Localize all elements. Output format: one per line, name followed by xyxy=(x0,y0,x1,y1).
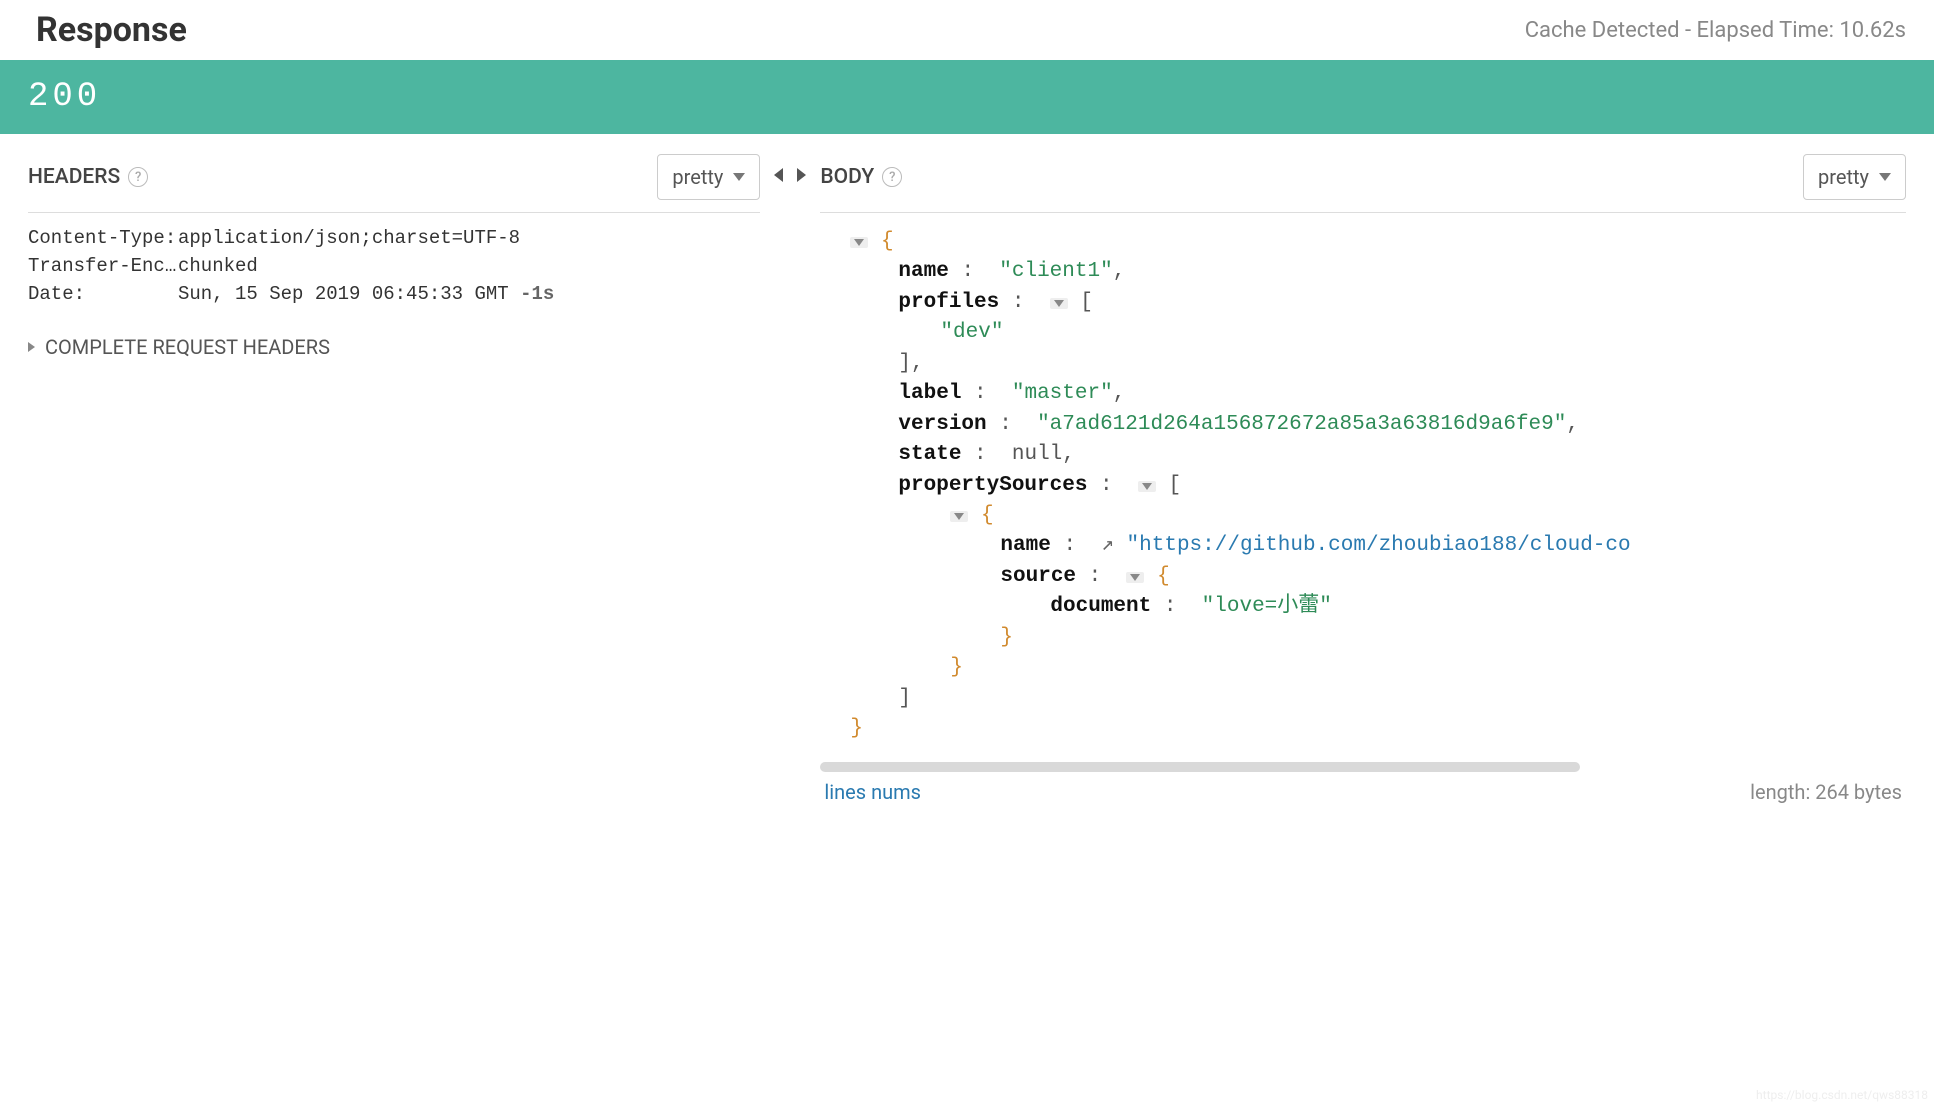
url-link[interactable]: "https://github.com/zhoubiao188/cloud-co xyxy=(1127,534,1631,557)
horizontal-scrollbar[interactable] xyxy=(820,762,1580,772)
collapse-toggle[interactable] xyxy=(1050,298,1068,309)
header-value: application/json;charset=UTF-8 xyxy=(178,227,760,249)
header-key: Date: xyxy=(28,283,178,305)
complete-request-headers-toggle[interactable]: COMPLETE REQUEST HEADERS xyxy=(28,335,760,359)
help-icon[interactable]: ? xyxy=(128,167,148,187)
lines-nums-link[interactable]: lines nums xyxy=(824,780,921,804)
page-title: Response xyxy=(36,10,187,50)
header-key: Content-Type: xyxy=(28,227,178,249)
json-body: { name : "client1", profiles : [ "dev" ]… xyxy=(820,227,1906,744)
header-row: Content-Type: application/json;charset=U… xyxy=(28,227,760,249)
chevron-down-icon xyxy=(1130,574,1140,581)
body-format-value: pretty xyxy=(1818,165,1869,189)
chevron-down-icon xyxy=(733,173,745,181)
collapse-right-icon[interactable] xyxy=(797,168,806,182)
chevron-down-icon xyxy=(1142,483,1152,490)
chevron-right-icon xyxy=(28,342,35,352)
status-code: 200 xyxy=(28,78,101,116)
status-bar: 200 xyxy=(0,60,1934,134)
collapse-toggle[interactable] xyxy=(950,511,968,522)
body-length: length: 264 bytes xyxy=(1750,780,1902,804)
header-value: Sun, 15 Sep 2019 06:45:33 GMT -1s xyxy=(178,283,760,305)
body-label: BODY xyxy=(820,165,874,189)
headers-format-select[interactable]: pretty xyxy=(657,154,760,200)
collapse-toggle[interactable] xyxy=(1126,572,1144,583)
collapse-left-icon[interactable] xyxy=(774,168,783,182)
headers-label: HEADERS xyxy=(28,165,120,189)
body-format-select[interactable]: pretty xyxy=(1803,154,1906,200)
chevron-down-icon xyxy=(1879,173,1891,181)
help-icon[interactable]: ? xyxy=(882,167,902,187)
header-row: Transfer-Enc… chunked xyxy=(28,255,760,277)
headers-panel: HEADERS ? pretty Content-Type: applicati… xyxy=(28,154,760,804)
headers-list: Content-Type: application/json;charset=U… xyxy=(28,227,760,305)
header-key: Transfer-Enc… xyxy=(28,255,178,277)
cache-info: Cache Detected - Elapsed Time: 10.62s xyxy=(1525,18,1906,43)
header-row: Date: Sun, 15 Sep 2019 06:45:33 GMT -1s xyxy=(28,283,760,305)
headers-format-value: pretty xyxy=(672,165,723,189)
watermark: https://blog.csdn.net/qws88318 xyxy=(1756,1088,1928,1102)
collapse-toggle[interactable] xyxy=(850,237,868,248)
body-panel: BODY ? pretty { name : "client1", profil… xyxy=(820,154,1906,804)
collapse-toggle[interactable] xyxy=(1138,481,1156,492)
time-delta: -1s xyxy=(520,283,554,305)
external-link-icon[interactable]: ↗ xyxy=(1101,534,1114,557)
chevron-down-icon xyxy=(954,513,964,520)
header-value: chunked xyxy=(178,255,760,277)
chevron-down-icon xyxy=(1054,300,1064,307)
chevron-down-icon xyxy=(854,239,864,246)
